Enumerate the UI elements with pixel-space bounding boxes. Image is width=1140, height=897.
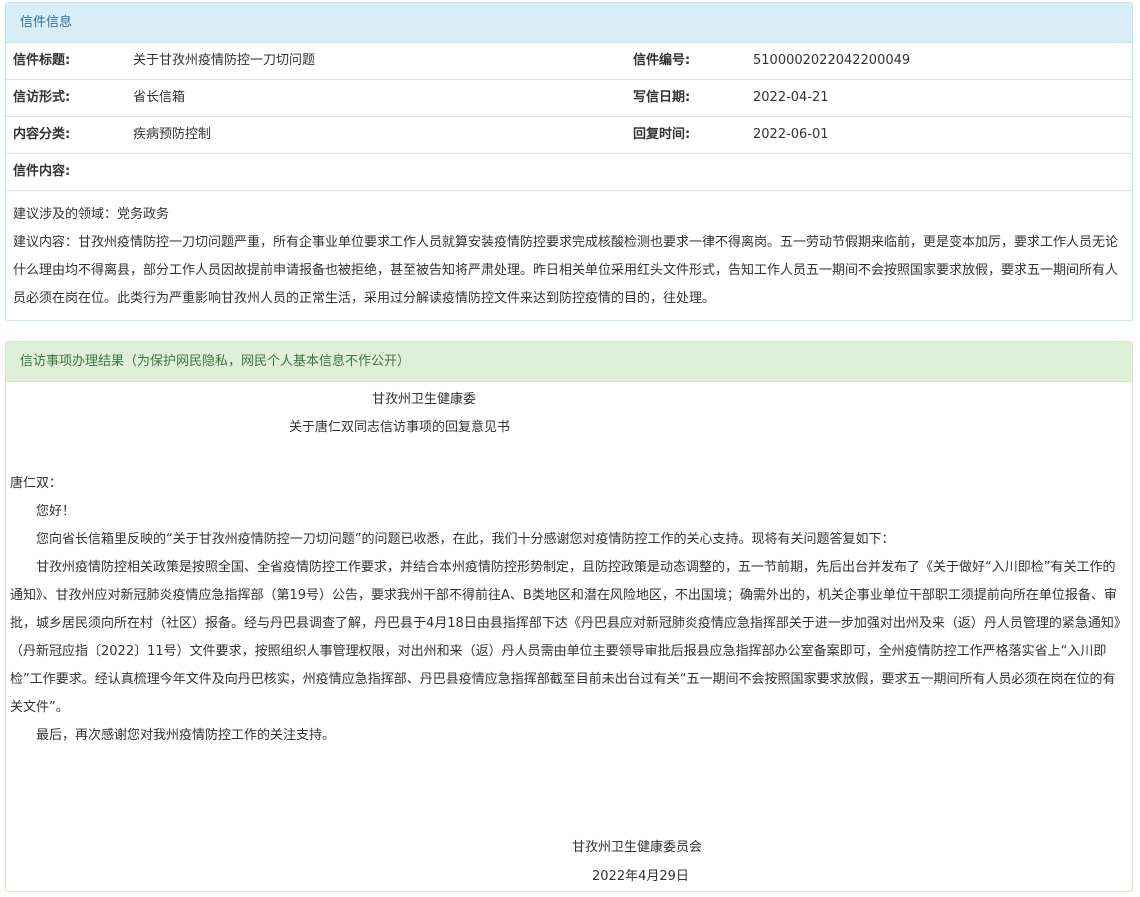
reply-org: 甘孜州卫生健康委	[372, 392, 477, 407]
reply-document-title: 关于唐仁双同志信访事项的回复意见书	[289, 420, 511, 435]
reply-body: 唐仁双： 您好！ 您向省长信箱里反映的“关于甘孜州疫情防控一刀切问题”的问题已收…	[10, 470, 1128, 750]
letter-title-label: 信件标题:	[13, 53, 71, 68]
letter-content-label: 信件内容:	[13, 164, 71, 179]
write-date-value: 2022-04-21	[753, 90, 829, 105]
category-label: 内容分类:	[13, 127, 71, 142]
suggestion-domain: 建议涉及的领域：党务政务	[13, 207, 170, 222]
signature-date: 2022年4月29日	[592, 869, 689, 884]
letter-info-panel: 信件信息 信件标题: 关于甘孜州疫情防控一刀切问题 信件编号: 51000020…	[5, 2, 1133, 321]
reply-time-label: 回复时间:	[633, 127, 691, 142]
signature-org: 甘孜州卫生健康委员会	[572, 840, 703, 855]
letter-number-value: 5100002022042200049	[753, 53, 911, 68]
category-value: 疾病预防控制	[133, 127, 212, 142]
letter-info-heading: 信件信息	[6, 3, 1132, 43]
petition-form-value: 省长信箱	[133, 90, 186, 105]
letter-number-label: 信件编号:	[633, 53, 691, 68]
suggestion-content: 建议内容：甘孜州疫情防控一刀切问题严重，所有企事业单位要求工作人员就算安装疫情防…	[13, 235, 1119, 306]
letter-title-value: 关于甘孜州疫情防控一刀切问题	[133, 53, 316, 68]
reply-paragraph-3: 最后，再次感谢您对我州疫情防控工作的关注支持。	[36, 728, 336, 743]
reply-time-value: 2022-06-01	[753, 127, 829, 142]
info-row-category: 内容分类: 疾病预防控制 回复时间: 2022-06-01	[6, 117, 1132, 154]
reply-greeting: 您好！	[36, 504, 76, 519]
info-row-title: 信件标题: 关于甘孜州疫情防控一刀切问题 信件编号: 5100002022042…	[6, 43, 1132, 80]
write-date-label: 写信日期:	[633, 90, 691, 105]
reply-salutation: 唐仁双：	[10, 476, 63, 491]
petition-form-label: 信访形式:	[13, 90, 71, 105]
info-row-form: 信访形式: 省长信箱 写信日期: 2022-04-21	[6, 80, 1132, 117]
reply-paragraph-2: 甘孜州疫情防控相关政策是按照全国、全省疫情防控工作要求，并结合本州疫情防控形势制…	[10, 560, 1127, 715]
info-row-content: 信件内容:	[6, 154, 1132, 191]
result-heading: 信访事项办理结果（为保护网民隐私，网民个人基本信息不作公开）	[6, 342, 1132, 382]
result-panel: 信访事项办理结果（为保护网民隐私，网民个人基本信息不作公开） 甘孜州卫生健康委 …	[5, 341, 1133, 892]
reply-paragraph-1: 您向省长信箱里反映的“关于甘孜州疫情防控一刀切问题”的问题已收悉，在此，我们十分…	[36, 532, 895, 547]
